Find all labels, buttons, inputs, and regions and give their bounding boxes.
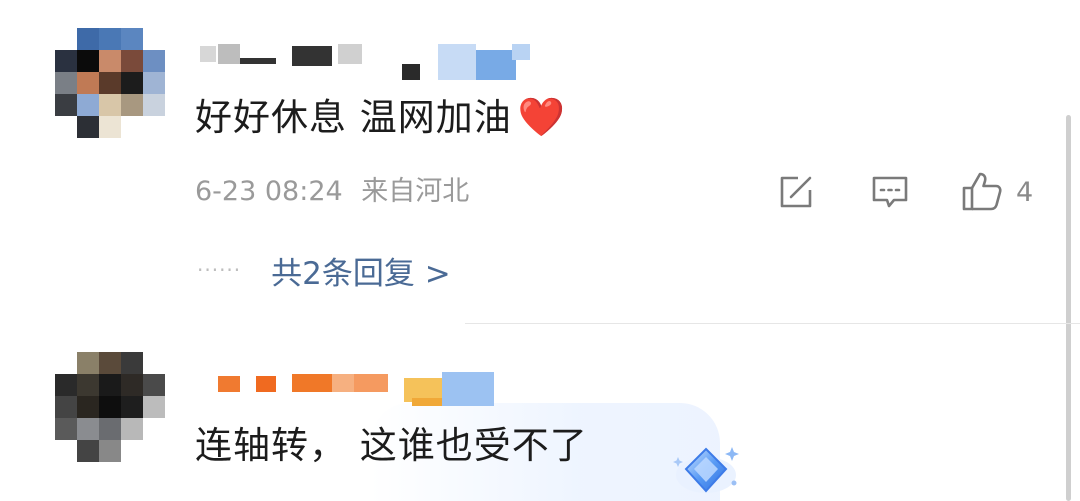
comment-text-content: 好好休息 温网加油	[195, 96, 512, 139]
share-button[interactable]	[776, 170, 816, 214]
comment-item: 好好休息 温网加油 ❤️ 6-23 08:24 来自河北 4 ······ 共2…	[0, 0, 1080, 325]
replies-dots: ······	[197, 258, 242, 282]
reply-button[interactable]	[870, 170, 910, 214]
comment-text-content: 连轴转， 这谁也受不了	[195, 424, 588, 467]
view-replies-link[interactable]: ······ 共2条回复 >	[197, 250, 451, 292]
replies-count-label: 共2条回复 >	[271, 255, 451, 292]
heart-emoji: ❤️	[517, 95, 567, 139]
thumbs-up-icon	[962, 172, 1002, 211]
comment-timestamp: 6-23 08:24	[195, 176, 343, 207]
comment-text: 好好休息 温网加油 ❤️	[195, 94, 566, 141]
comment-icon	[872, 176, 908, 208]
comment-item: 连轴转， 这谁也受不了	[0, 325, 1080, 501]
avatar[interactable]	[55, 352, 165, 462]
share-icon	[780, 176, 812, 208]
comment-actions: 4	[770, 170, 1060, 214]
comment-text: 连轴转， 这谁也受不了	[195, 423, 588, 469]
like-count: 4	[1016, 176, 1034, 208]
username-censored[interactable]	[200, 372, 540, 412]
like-button[interactable]: 4	[960, 170, 1033, 214]
divider	[465, 323, 1080, 324]
comment-meta: 6-23 08:24 来自河北	[195, 174, 469, 210]
avatar[interactable]	[55, 28, 165, 138]
username-censored[interactable]	[200, 40, 540, 80]
comment-location: 来自河北	[361, 176, 470, 207]
diamond-badge-icon	[673, 447, 739, 493]
